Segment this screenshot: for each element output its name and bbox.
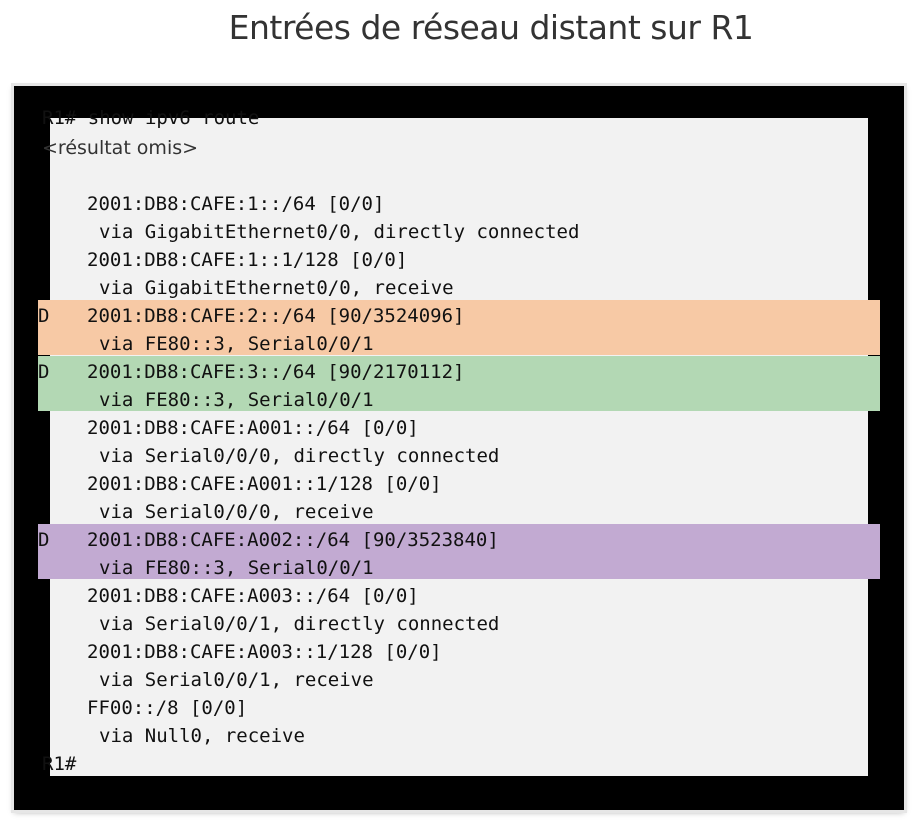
route-prefix: 2001:DB8:CAFE:A003::/64 [0/0] bbox=[87, 585, 419, 607]
route-code: D bbox=[38, 529, 50, 551]
route-next-hop: via Serial0/0/1, receive bbox=[99, 669, 374, 691]
terminal-command: R1# show ipv6 route bbox=[42, 107, 260, 129]
route-prefix: 2001:DB8:CAFE:1::/64 [0/0] bbox=[87, 193, 385, 215]
route-prefix: 2001:DB8:CAFE:A003::1/128 [0/0] bbox=[87, 641, 442, 663]
route-prefix: FF00::/8 [0/0] bbox=[87, 697, 248, 719]
route-next-hop: via GigabitEthernet0/0, directly connect… bbox=[99, 221, 580, 243]
route-code: D bbox=[38, 361, 50, 383]
route-next-hop: via FE80::3, Serial0/0/1 bbox=[99, 557, 374, 579]
route-prefix: 2001:DB8:CAFE:2::/64 [90/3524096] bbox=[87, 305, 465, 327]
route-code: D bbox=[38, 305, 50, 327]
route-next-hop: via Null0, receive bbox=[99, 725, 305, 747]
route-prefix: 2001:DB8:CAFE:A002::/64 [90/3523840] bbox=[87, 529, 499, 551]
route-prefix: 2001:DB8:CAFE:A001::/64 [0/0] bbox=[87, 417, 419, 439]
route-prefix: 2001:DB8:CAFE:3::/64 [90/2170112] bbox=[87, 361, 465, 383]
route-next-hop: via Serial0/0/0, directly connected bbox=[99, 445, 500, 467]
route-prefix: 2001:DB8:CAFE:1::1/128 [0/0] bbox=[87, 249, 408, 271]
route-next-hop: via Serial0/0/1, directly connected bbox=[99, 613, 500, 635]
page-title: Entrées de réseau distant sur R1 bbox=[228, 8, 754, 47]
route-next-hop: via Serial0/0/0, receive bbox=[99, 501, 374, 523]
terminal-omitted-note: <résultat omis> bbox=[42, 137, 199, 159]
route-next-hop: via FE80::3, Serial0/0/1 bbox=[99, 389, 374, 411]
route-next-hop: via GigabitEthernet0/0, receive bbox=[99, 277, 454, 299]
route-prefix: 2001:DB8:CAFE:A001::1/128 [0/0] bbox=[87, 473, 442, 495]
route-next-hop: via FE80::3, Serial0/0/1 bbox=[99, 333, 374, 355]
terminal-output: R1# show ipv6 route <résultat omis> 2001… bbox=[38, 106, 880, 786]
terminal-prompt: R1# bbox=[42, 753, 77, 775]
